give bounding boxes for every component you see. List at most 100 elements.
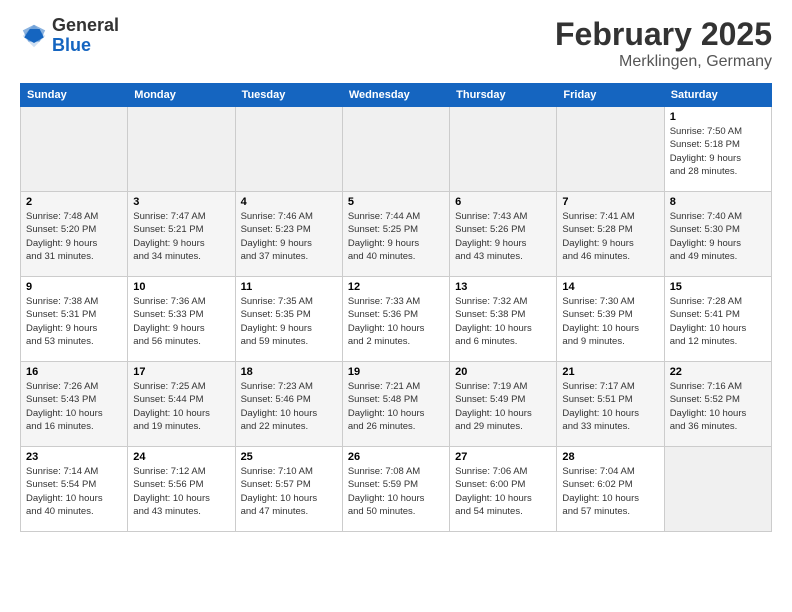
calendar-cell	[128, 107, 235, 192]
logo-blue: Blue	[52, 36, 119, 56]
day-number: 5	[348, 196, 444, 208]
weekday-header-saturday: Saturday	[664, 84, 771, 107]
calendar-table: SundayMondayTuesdayWednesdayThursdayFrid…	[20, 83, 772, 532]
page-header: General Blue February 2025 Merklingen, G…	[20, 16, 772, 71]
month-title: February 2025	[555, 16, 772, 53]
day-number: 13	[455, 281, 551, 293]
calendar-cell: 20 Sunrise: 7:19 AM Sunset: 5:49 PM Dayli…	[450, 362, 557, 447]
day-number: 19	[348, 366, 444, 378]
day-info: Sunrise: 7:33 AM Sunset: 5:36 PM Dayligh…	[348, 295, 444, 348]
calendar-cell: 10 Sunrise: 7:36 AM Sunset: 5:33 PM Dayli…	[128, 277, 235, 362]
week-row: 9 Sunrise: 7:38 AM Sunset: 5:31 PM Daylig…	[21, 277, 772, 362]
day-info: Sunrise: 7:16 AM Sunset: 5:52 PM Dayligh…	[670, 380, 766, 433]
calendar-cell: 27Sunrise: 7:06 AM Sunset: 6:00 PM Dayli…	[450, 447, 557, 532]
week-row: 23 Sunrise: 7:14 AM Sunset: 5:54 PM Dayli…	[21, 447, 772, 532]
day-number: 23	[26, 451, 122, 463]
day-number: 11	[241, 281, 337, 293]
day-info: Sunrise: 7:04 AM Sunset: 6:02 PM Dayligh…	[562, 465, 658, 518]
day-info: Sunrise: 7:47 AM Sunset: 5:21 PM Dayligh…	[133, 210, 229, 263]
calendar-cell	[21, 107, 128, 192]
day-info: Sunrise: 7:38 AM Sunset: 5:31 PM Dayligh…	[26, 295, 122, 348]
day-info: Sunrise: 7:10 AM Sunset: 5:57 PM Dayligh…	[241, 465, 337, 518]
day-number: 2	[26, 196, 122, 208]
day-info: Sunrise: 7:30 AM Sunset: 5:39 PM Dayligh…	[562, 295, 658, 348]
day-number: 18	[241, 366, 337, 378]
calendar-cell: 22Sunrise: 7:16 AM Sunset: 5:52 PM Dayli…	[664, 362, 771, 447]
weekday-header-tuesday: Tuesday	[235, 84, 342, 107]
day-info: Sunrise: 7:50 AM Sunset: 5:18 PM Dayligh…	[670, 125, 766, 178]
calendar-cell: 28 Sunrise: 7:04 AM Sunset: 6:02 PM Dayli…	[557, 447, 664, 532]
day-info: Sunrise: 7:17 AM Sunset: 5:51 PM Dayligh…	[562, 380, 658, 433]
logo-text: General Blue	[52, 16, 119, 56]
weekday-header-sunday: Sunday	[21, 84, 128, 107]
day-number: 6	[455, 196, 551, 208]
calendar-cell: 17 Sunrise: 7:25 AM Sunset: 5:44 PM Dayli…	[128, 362, 235, 447]
day-number: 20	[455, 366, 551, 378]
week-row: 2 Sunrise: 7:48 AM Sunset: 5:20 PM Daylig…	[21, 192, 772, 277]
day-info: Sunrise: 7:28 AM Sunset: 5:41 PM Dayligh…	[670, 295, 766, 348]
weekday-row: SundayMondayTuesdayWednesdayThursdayFrid…	[21, 84, 772, 107]
calendar-cell: 26 Sunrise: 7:08 AM Sunset: 5:59 PM Dayli…	[342, 447, 449, 532]
day-info: Sunrise: 7:23 AM Sunset: 5:46 PM Dayligh…	[241, 380, 337, 433]
day-info: Sunrise: 7:48 AM Sunset: 5:20 PM Dayligh…	[26, 210, 122, 263]
day-number: 14	[562, 281, 658, 293]
day-info: Sunrise: 7:14 AM Sunset: 5:54 PM Dayligh…	[26, 465, 122, 518]
day-info: Sunrise: 7:40 AM Sunset: 5:30 PM Dayligh…	[670, 210, 766, 263]
day-number: 28	[562, 451, 658, 463]
day-info: Sunrise: 7:46 AM Sunset: 5:23 PM Dayligh…	[241, 210, 337, 263]
calendar-cell: 3 Sunrise: 7:47 AM Sunset: 5:21 PM Daylig…	[128, 192, 235, 277]
calendar-cell: 1 Sunrise: 7:50 AM Sunset: 5:18 PM Daylig…	[664, 107, 771, 192]
weekday-header-thursday: Thursday	[450, 84, 557, 107]
day-info: Sunrise: 7:32 AM Sunset: 5:38 PM Dayligh…	[455, 295, 551, 348]
day-number: 7	[562, 196, 658, 208]
calendar-cell: 19Sunrise: 7:21 AM Sunset: 5:48 PM Dayli…	[342, 362, 449, 447]
calendar-cell: 4 Sunrise: 7:46 AM Sunset: 5:23 PM Daylig…	[235, 192, 342, 277]
day-info: Sunrise: 7:43 AM Sunset: 5:26 PM Dayligh…	[455, 210, 551, 263]
calendar-cell: 11Sunrise: 7:35 AM Sunset: 5:35 PM Dayli…	[235, 277, 342, 362]
day-number: 26	[348, 451, 444, 463]
weekday-header-monday: Monday	[128, 84, 235, 107]
day-number: 1	[670, 111, 766, 123]
day-number: 15	[670, 281, 766, 293]
calendar-header: SundayMondayTuesdayWednesdayThursdayFrid…	[21, 84, 772, 107]
day-info: Sunrise: 7:36 AM Sunset: 5:33 PM Dayligh…	[133, 295, 229, 348]
calendar-cell: 23 Sunrise: 7:14 AM Sunset: 5:54 PM Dayli…	[21, 447, 128, 532]
calendar-cell: 2 Sunrise: 7:48 AM Sunset: 5:20 PM Daylig…	[21, 192, 128, 277]
calendar-cell: 13 Sunrise: 7:32 AM Sunset: 5:38 PM Dayli…	[450, 277, 557, 362]
day-number: 9	[26, 281, 122, 293]
calendar-cell: 21Sunrise: 7:17 AM Sunset: 5:51 PM Dayli…	[557, 362, 664, 447]
day-number: 25	[241, 451, 337, 463]
day-number: 4	[241, 196, 337, 208]
day-info: Sunrise: 7:08 AM Sunset: 5:59 PM Dayligh…	[348, 465, 444, 518]
calendar-cell	[342, 107, 449, 192]
calendar-cell	[557, 107, 664, 192]
calendar-cell	[235, 107, 342, 192]
calendar-cell: 7 Sunrise: 7:41 AM Sunset: 5:28 PM Daylig…	[557, 192, 664, 277]
day-number: 10	[133, 281, 229, 293]
day-info: Sunrise: 7:44 AM Sunset: 5:25 PM Dayligh…	[348, 210, 444, 263]
day-number: 8	[670, 196, 766, 208]
calendar-cell: 14 Sunrise: 7:30 AM Sunset: 5:39 PM Dayli…	[557, 277, 664, 362]
logo-icon	[20, 22, 48, 50]
calendar-cell: 9 Sunrise: 7:38 AM Sunset: 5:31 PM Daylig…	[21, 277, 128, 362]
day-info: Sunrise: 7:19 AM Sunset: 5:49 PM Dayligh…	[455, 380, 551, 433]
day-number: 12	[348, 281, 444, 293]
logo-general: General	[52, 16, 119, 36]
day-info: Sunrise: 7:26 AM Sunset: 5:43 PM Dayligh…	[26, 380, 122, 433]
day-info: Sunrise: 7:41 AM Sunset: 5:28 PM Dayligh…	[562, 210, 658, 263]
calendar-cell: 25 Sunrise: 7:10 AM Sunset: 5:57 PM Dayli…	[235, 447, 342, 532]
title-block: February 2025 Merklingen, Germany	[555, 16, 772, 71]
calendar-cell	[450, 107, 557, 192]
week-row: 16Sunrise: 7:26 AM Sunset: 5:43 PM Dayli…	[21, 362, 772, 447]
day-number: 17	[133, 366, 229, 378]
day-info: Sunrise: 7:12 AM Sunset: 5:56 PM Dayligh…	[133, 465, 229, 518]
calendar-cell: 5 Sunrise: 7:44 AM Sunset: 5:25 PM Daylig…	[342, 192, 449, 277]
day-info: Sunrise: 7:06 AM Sunset: 6:00 PM Dayligh…	[455, 465, 551, 518]
weekday-header-wednesday: Wednesday	[342, 84, 449, 107]
day-info: Sunrise: 7:25 AM Sunset: 5:44 PM Dayligh…	[133, 380, 229, 433]
calendar-cell: 6 Sunrise: 7:43 AM Sunset: 5:26 PM Daylig…	[450, 192, 557, 277]
logo: General Blue	[20, 16, 119, 56]
calendar-cell	[664, 447, 771, 532]
day-number: 3	[133, 196, 229, 208]
calendar-cell: 16Sunrise: 7:26 AM Sunset: 5:43 PM Dayli…	[21, 362, 128, 447]
